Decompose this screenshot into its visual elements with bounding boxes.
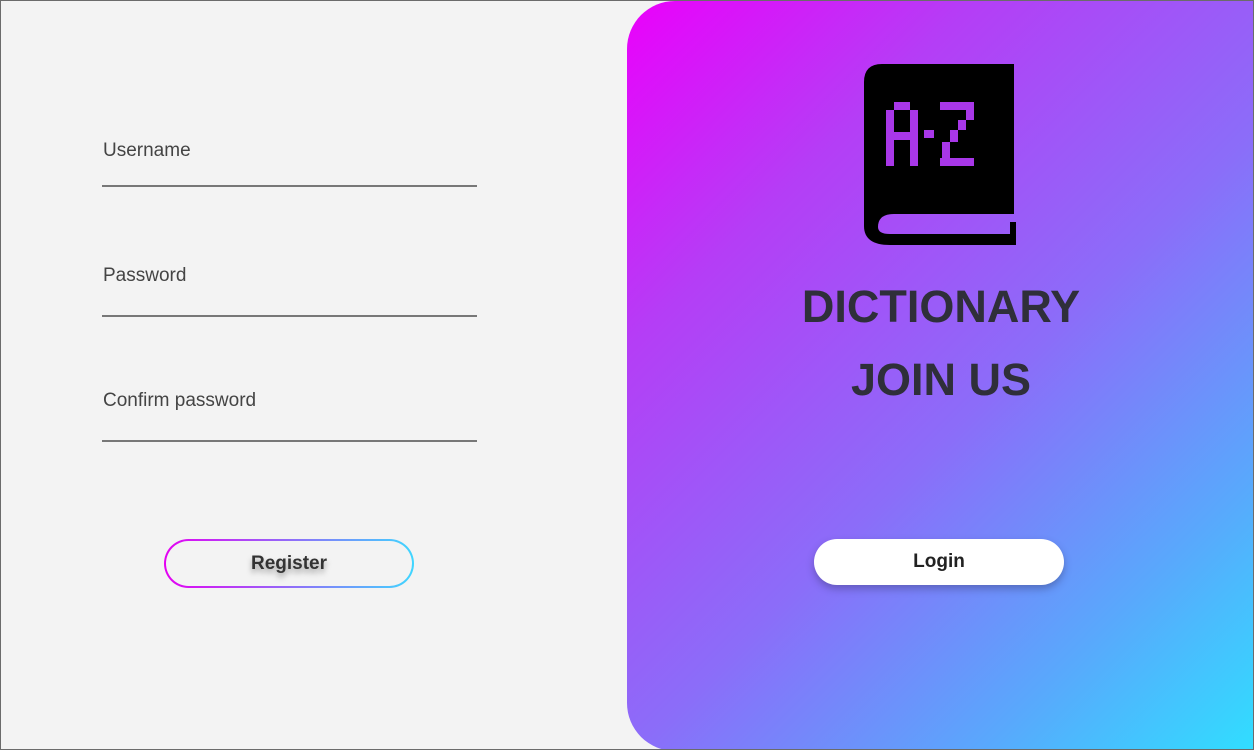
register-button[interactable]: Register	[164, 539, 414, 588]
confirm-password-input[interactable]	[102, 440, 477, 442]
confirm-password-label: Confirm password	[103, 390, 257, 411]
a-z-dictionary-book-icon	[864, 64, 1016, 245]
register-button-label: Register	[250, 552, 328, 574]
join-us-heading: JOIN US	[850, 354, 1032, 405]
app-title: DICTIONARY	[801, 281, 1081, 332]
password-label: Password	[103, 265, 187, 286]
login-button[interactable]: Login	[814, 539, 1064, 585]
welcome-panel: DICTIONARY JOIN US Login	[627, 1, 1253, 749]
username-label: Username	[103, 140, 191, 161]
password-input[interactable]	[102, 315, 477, 317]
username-input[interactable]	[102, 185, 477, 187]
register-form: Username Password Confirm password Regis…	[1, 1, 627, 749]
app-window: Username Password Confirm password Regis…	[0, 0, 1254, 750]
login-button-label: Login	[913, 551, 965, 572]
